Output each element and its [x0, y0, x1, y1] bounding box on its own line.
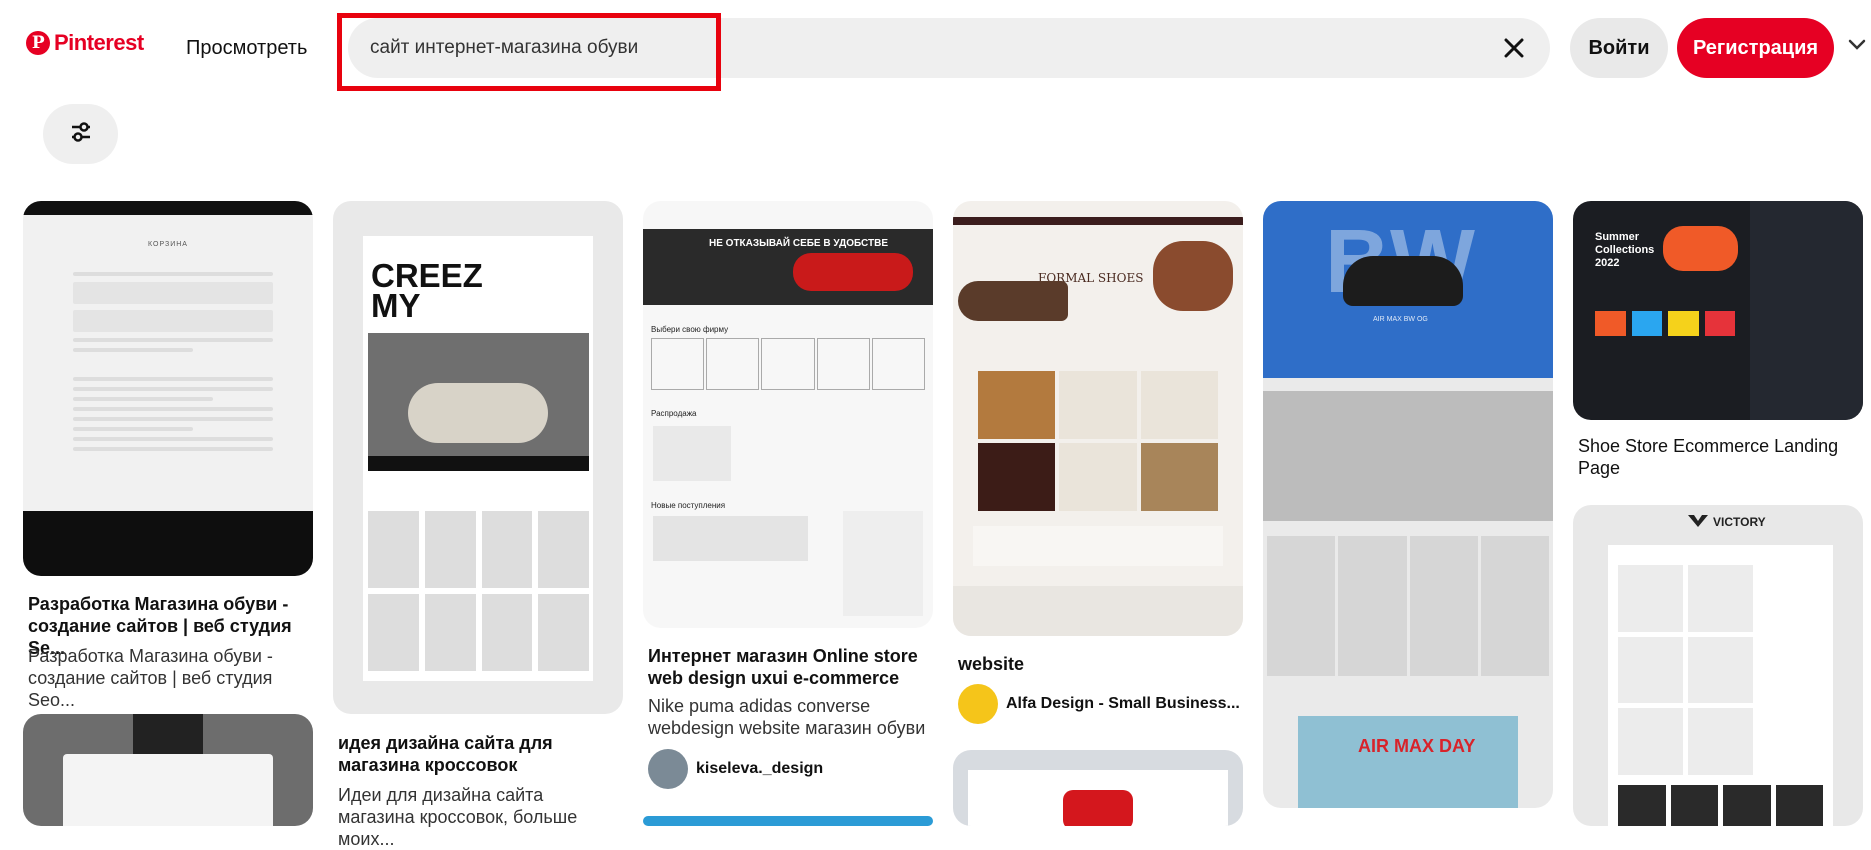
pin-description: Nike puma adidas converse webdesign webs…: [648, 696, 926, 738]
pin-title[interactable]: Интернет магазин Online store web design…: [648, 645, 933, 689]
filter-button[interactable]: [43, 104, 118, 164]
search-input[interactable]: [370, 18, 1450, 78]
pin-thumb-heading: Summer Collections 2022: [1595, 231, 1655, 269]
avatar: [648, 749, 688, 789]
pin-title[interactable]: website: [958, 653, 1243, 675]
pin-description: Идеи для дизайна сайта магазина кроссово…: [338, 785, 578, 849]
pin-image[interactable]: [23, 714, 313, 826]
filter-sliders-icon: [70, 121, 92, 148]
pin-thumb-label: Новые поступления: [651, 501, 726, 510]
pin-image[interactable]: Summer Collections 2022: [1573, 201, 1863, 420]
pin-author[interactable]: kiseleva._design: [648, 749, 823, 789]
pin-image[interactable]: BW AIR MAX BW OG AIR MAX DAY: [1263, 201, 1553, 808]
pin-image[interactable]: НЕ ОТКАЗЫВАЙ СЕБЕ В УДОБСТВЕ Выбери свою…: [643, 201, 933, 628]
pin-thumb-footer: AIR MAX DAY: [1358, 736, 1476, 756]
pin-thumb-label: Распродажа: [651, 409, 697, 418]
pin-image[interactable]: КОРЗИНА: [23, 201, 313, 576]
pin-image[interactable]: FORMAL SHOES: [953, 201, 1243, 636]
pin-thumb-heading: VICTORY: [1713, 515, 1766, 529]
pin-description: Разработка Магазина обуви - создание сай…: [28, 646, 273, 710]
close-icon[interactable]: [1498, 32, 1530, 64]
avatar: [958, 684, 998, 724]
pin-thumb-label: Выбери свою фирму: [651, 325, 729, 334]
pin-thumb-subtitle: AIR MAX BW OG: [1373, 316, 1428, 323]
browse-link[interactable]: Просмотреть: [186, 37, 307, 60]
pin-thumb-heading: КОРЗИНА: [148, 241, 188, 248]
pin-thumb-heading: CREEZ MY: [371, 257, 483, 324]
pin-image[interactable]: CREEZ MY: [333, 201, 623, 714]
logo-text: Pinterest: [54, 30, 144, 55]
author-name: Alfa Design - Small Business...: [1006, 695, 1240, 712]
pin-author[interactable]: Alfa Design - Small Business...: [958, 684, 1240, 724]
search-bar[interactable]: [348, 18, 1550, 78]
pin-image[interactable]: VICTORY: [1573, 505, 1863, 826]
pin-image[interactable]: [953, 750, 1243, 826]
pin-title[interactable]: идея дизайна сайта для магазина кроссово…: [338, 732, 623, 776]
pin-thumb-banner: НЕ ОТКАЗЫВАЙ СЕБЕ В УДОБСТВЕ: [709, 238, 889, 249]
author-name: kiseleva._design: [696, 760, 824, 777]
pinterest-logo[interactable]: P Pinterest: [26, 30, 144, 56]
register-button[interactable]: Регистрация: [1677, 18, 1834, 78]
pin-image[interactable]: [643, 816, 933, 826]
pinterest-logo-icon: P: [26, 31, 50, 55]
chevron-down-icon[interactable]: [1848, 38, 1866, 57]
login-button[interactable]: Войти: [1570, 18, 1668, 78]
pin-title[interactable]: Shoe Store Ecommerce Landing Page: [1578, 435, 1863, 479]
